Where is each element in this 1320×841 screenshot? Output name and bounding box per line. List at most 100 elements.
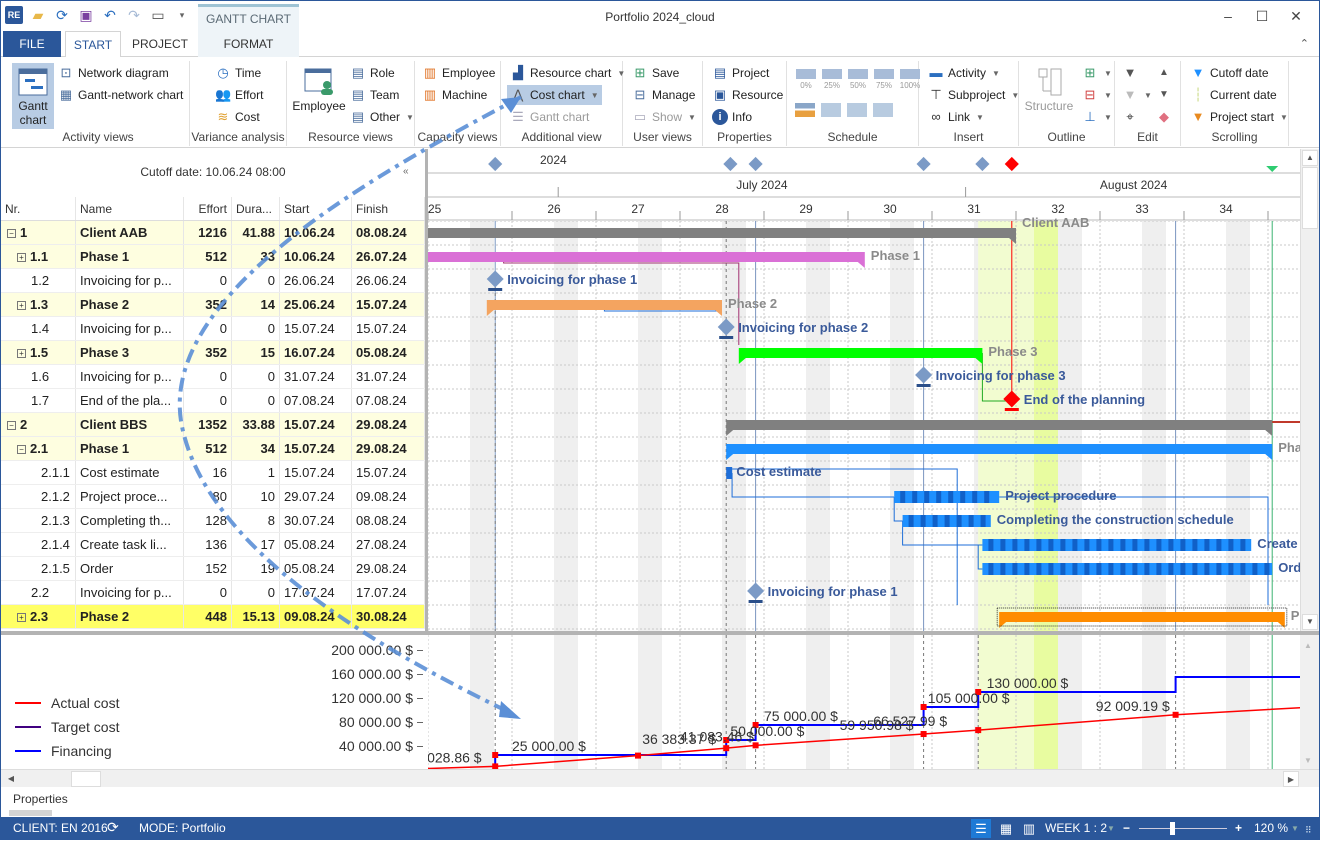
project-start-button[interactable]: ▼ Project start ▼ xyxy=(1187,107,1291,127)
column-header-nr[interactable]: Nr. xyxy=(1,197,76,220)
horizontal-scrollbar[interactable]: ◀ ▶ xyxy=(1,769,1319,787)
table-row[interactable]: 2.2 Invoicing for p... 0 0 17.07.24 17.07.24 xyxy=(1,581,425,605)
clear-filter-button[interactable]: ▼ ▼ xyxy=(1119,85,1155,105)
table-row[interactable]: 2.1.1 Cost estimate 16 1 15.07.24 15.07.24 xyxy=(1,461,425,485)
table-row[interactable]: 2.1.5 Order 152 19 05.08.24 29.08.24 xyxy=(1,557,425,581)
progress-4-button[interactable]: 100% xyxy=(899,69,921,90)
undo-icon[interactable]: ↶ xyxy=(101,6,119,24)
window-icon[interactable]: ▭ xyxy=(149,6,167,24)
collapse-icon[interactable]: − xyxy=(17,445,26,454)
schedule-split-icon[interactable] xyxy=(821,103,841,117)
column-header-name[interactable]: Name xyxy=(76,197,184,220)
open-folder-icon[interactable]: ▰ xyxy=(29,6,47,24)
info-button[interactable]: i Info xyxy=(709,107,755,127)
tab-project[interactable]: PROJECT xyxy=(125,31,195,57)
expand-icon[interactable]: + xyxy=(17,253,26,262)
scroll-down-arrow-icon[interactable]: ▼ xyxy=(1304,756,1312,765)
scale-dropdown-icon[interactable]: ▼ xyxy=(1107,824,1115,833)
horizontal-scrollbar-thumb[interactable] xyxy=(71,771,101,787)
table-row[interactable]: 1.4 Invoicing for p... 0 0 15.07.24 15.07.24 xyxy=(1,317,425,341)
gantt-task-bar[interactable] xyxy=(982,539,1252,551)
resize-grip-icon[interactable]: ⠿ xyxy=(1305,825,1312,836)
insert-subproject-button[interactable]: ⊤ Subproject ▼ xyxy=(925,85,1022,105)
find-button[interactable]: ⌖ xyxy=(1119,107,1141,127)
refresh-icon[interactable]: ⟳ xyxy=(53,6,71,24)
table-row[interactable]: 1.2 Invoicing for p... 0 0 26.06.24 26.06.24 xyxy=(1,269,425,293)
expand-icon[interactable]: + xyxy=(17,613,26,622)
employee-view-button[interactable]: Employee xyxy=(291,63,347,129)
zoom-out-button[interactable]: − xyxy=(1123,821,1130,835)
properties-label[interactable]: Properties xyxy=(13,792,68,806)
close-button[interactable]: ✕ xyxy=(1279,4,1313,28)
column-header-effort[interactable]: Effort xyxy=(184,197,232,220)
save-icon[interactable]: ▣ xyxy=(77,6,95,24)
scroll-left-arrow-icon[interactable]: ◀ xyxy=(3,771,19,787)
schedule-move-icon[interactable] xyxy=(795,103,815,117)
table-row[interactable]: −2 Client BBS 1352 33.88 15.07.24 29.08.24 xyxy=(1,413,425,437)
team-button[interactable]: ▤ Team xyxy=(347,85,402,105)
capacity-employee-button[interactable]: ▥ Employee xyxy=(419,63,498,83)
gantt-task-bar[interactable] xyxy=(894,491,1000,503)
capacity-machine-button[interactable]: ▥ Machine xyxy=(419,85,490,105)
other-button[interactable]: ▤ Other ▼ xyxy=(347,107,417,127)
show-views-button[interactable]: ▭ Show ▼ xyxy=(629,107,699,127)
schedule-split2-icon[interactable] xyxy=(847,103,867,117)
column-header-start[interactable]: Start xyxy=(280,197,352,220)
scroll-right-arrow-icon[interactable]: ▶ xyxy=(1283,771,1299,787)
collapse-icon[interactable]: − xyxy=(7,229,16,238)
zoom-slider-track[interactable] xyxy=(1139,828,1227,829)
column-header-finish[interactable]: Finish xyxy=(352,197,425,220)
progress-0-button[interactable]: 0% xyxy=(795,69,817,90)
tab-file[interactable]: FILE xyxy=(3,31,61,57)
resource-view-icon[interactable]: ▥ xyxy=(1019,819,1039,838)
table-row[interactable]: 2.1.4 Create task li... 136 17 05.08.24 27.08… xyxy=(1,533,425,557)
insert-link-button[interactable]: ∞ Link ▼ xyxy=(925,107,987,127)
maximize-button[interactable]: ☐ xyxy=(1245,4,1279,28)
gantt-task-bar[interactable] xyxy=(982,563,1273,575)
table-row[interactable]: +1.1 Phase 1 512 33 10.06.24 26.07.24 xyxy=(1,245,425,269)
scroll-down-arrow-icon[interactable]: ▼ xyxy=(1302,614,1318,630)
expand-icon[interactable]: + xyxy=(17,301,26,310)
table-row[interactable]: −2.1 Phase 1 512 34 15.07.24 29.08.24 xyxy=(1,437,425,461)
cost-chart-scrollbar[interactable]: ▲ ▼ xyxy=(1300,635,1319,769)
minimize-button[interactable]: – xyxy=(1211,4,1245,28)
scroll-up-arrow-icon[interactable]: ▲ xyxy=(1302,150,1318,166)
resource-chart-button[interactable]: ▟ Resource chart ▼ xyxy=(507,63,628,83)
tab-start[interactable]: START xyxy=(65,31,121,58)
cutoff-date-button[interactable]: ▼ Cutoff date xyxy=(1187,63,1272,83)
gantt-summary-bar[interactable] xyxy=(486,300,722,316)
role-button[interactable]: ▤ Role xyxy=(347,63,398,83)
scrollbar-thumb[interactable] xyxy=(1302,167,1318,229)
progress-1-button[interactable]: 25% xyxy=(821,69,843,90)
zoom-slider-thumb[interactable] xyxy=(1170,822,1176,835)
zoom-dropdown-icon[interactable]: ▼ xyxy=(1291,824,1299,833)
save-view-button[interactable]: ⊞ Save xyxy=(629,63,682,83)
column-header-duration[interactable]: Dura... xyxy=(232,197,280,220)
scroll-up-button[interactable]: ▲ xyxy=(1153,63,1175,83)
expand-icon[interactable]: + xyxy=(17,349,26,358)
collapse-icon[interactable]: − xyxy=(7,421,16,430)
schedule-split3-icon[interactable] xyxy=(873,103,893,117)
insert-activity-button[interactable]: ▬ Activity ▼ xyxy=(925,63,1003,83)
gantt-task-bar[interactable] xyxy=(726,467,733,479)
cost-button[interactable]: ≋ Cost xyxy=(212,107,263,127)
table-row[interactable]: 1.7 End of the pla... 0 0 07.08.24 07.08.24 xyxy=(1,389,425,413)
table-row[interactable]: 2.1.3 Completing th... 128 8 30.07.24 08.08.2… xyxy=(1,509,425,533)
time-button[interactable]: ◷ Time xyxy=(212,63,264,83)
collapse-table-icon[interactable]: « xyxy=(403,166,409,177)
gantt-view-icon[interactable]: ☰ xyxy=(971,819,991,838)
gantt-vertical-scrollbar[interactable]: ▲ ▼ xyxy=(1300,149,1319,631)
sync-icon[interactable]: ⟳ xyxy=(107,819,119,836)
gantt-summary-bar[interactable] xyxy=(738,348,983,364)
tab-format[interactable]: FORMAT xyxy=(198,31,299,57)
filter-button[interactable]: ▼ xyxy=(1119,63,1141,83)
network-diagram-button[interactable]: ⊡ Network diagram xyxy=(55,63,172,83)
customize-icon[interactable]: ▾ xyxy=(173,6,191,24)
structure-button[interactable]: Structure xyxy=(1023,63,1075,129)
effort-button[interactable]: 👥 Effort xyxy=(212,85,266,105)
gantt-task-bar[interactable] xyxy=(902,515,991,527)
table-row[interactable]: +1.3 Phase 2 352 14 25.06.24 15.07.24 xyxy=(1,293,425,317)
collapse-ribbon-icon[interactable]: ⌃ xyxy=(1300,37,1309,50)
network-view-icon[interactable]: ▦ xyxy=(996,819,1016,838)
manage-views-button[interactable]: ⊟ Manage xyxy=(629,85,698,105)
